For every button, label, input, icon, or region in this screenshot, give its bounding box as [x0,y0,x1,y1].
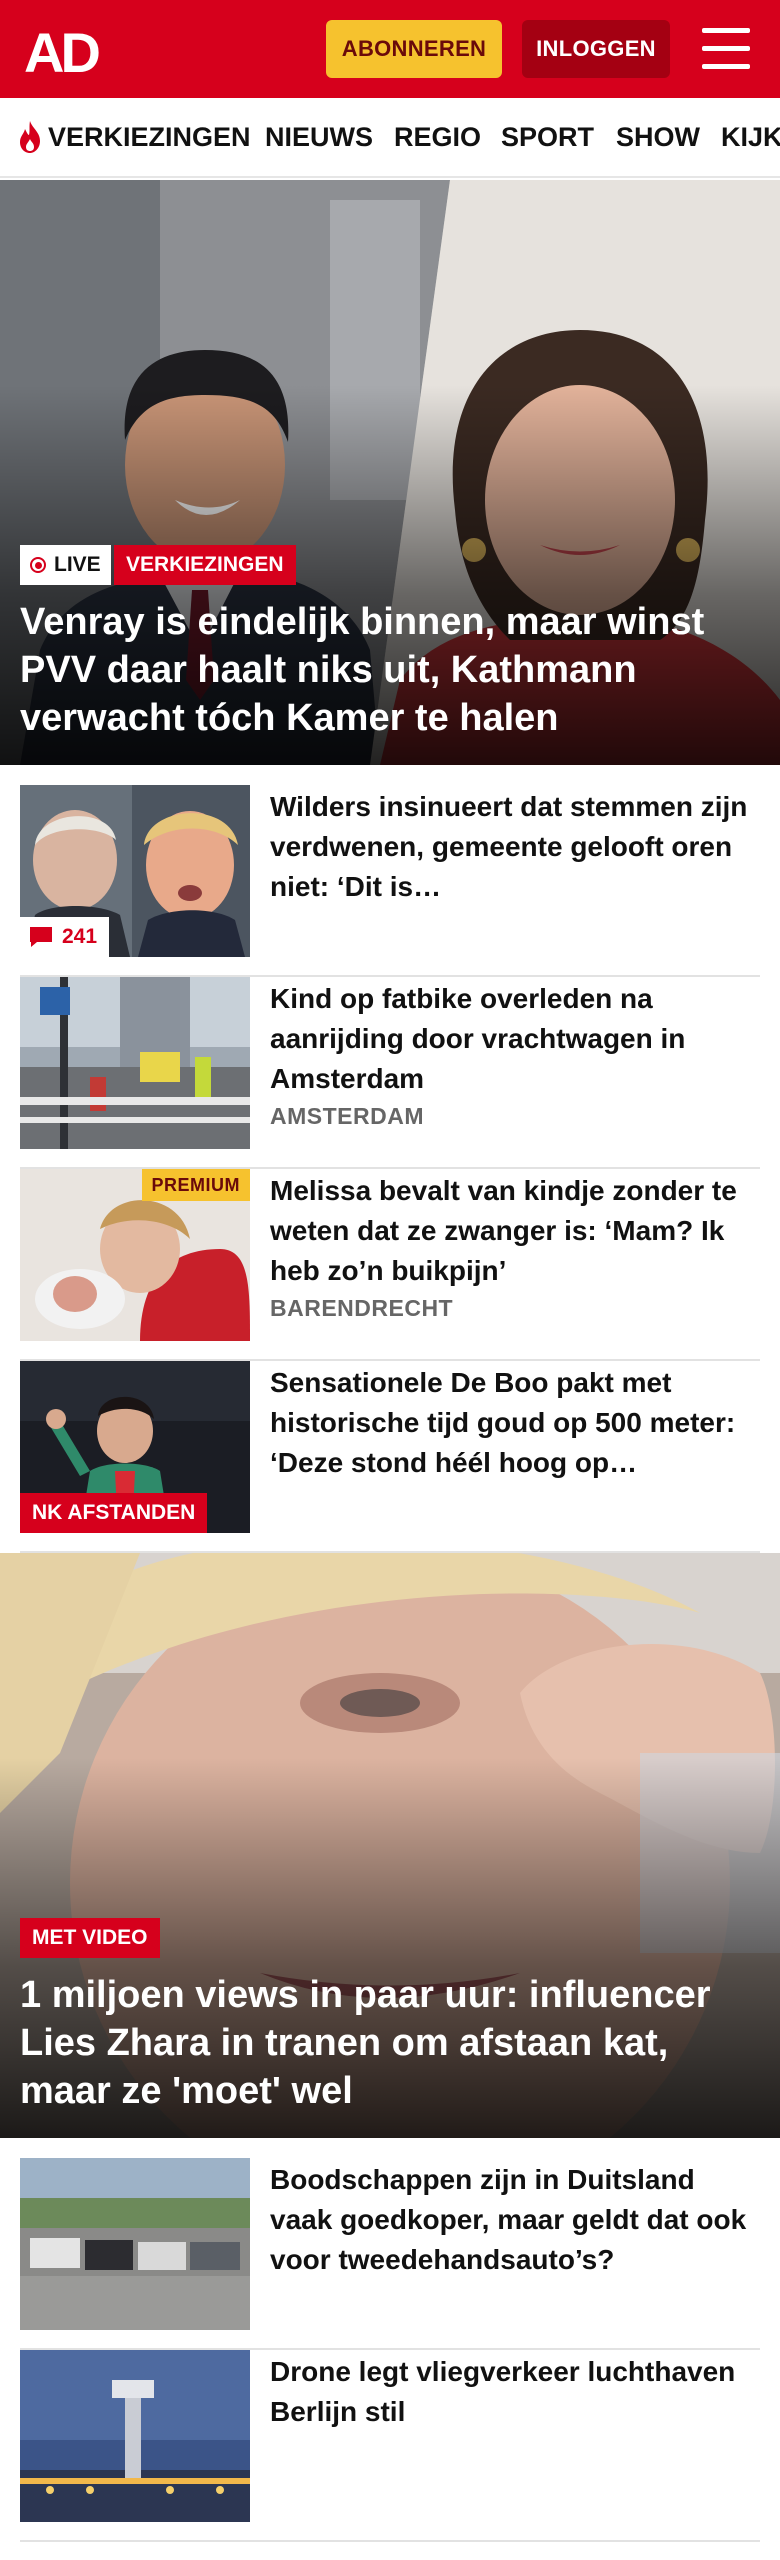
nav-item-nieuws[interactable]: NIEUWS [265,98,373,176]
list-item[interactable]: Kind op fatbike overleden na aanrijding … [20,977,760,1169]
hero-article[interactable]: MET VIDEO 1 miljoen views in paar uur: i… [0,1553,780,2138]
live-dot-icon [30,557,46,573]
subscribe-button[interactable]: ABONNEREN [326,20,502,78]
article-thumbnail [20,2350,250,2522]
nav-item-sport[interactable]: SPORT [501,98,594,176]
list-item[interactable]: NK AFSTANDEN Sensationele De Boo pakt me… [20,1361,760,1553]
site-header: AD ABONNEREN INLOGGEN [0,0,780,98]
hero-title[interactable]: 1 miljoen views in paar uur: influencer … [20,1971,756,2115]
nav-item-label: SPORT [501,121,595,152]
hero-title[interactable]: Venray is eindelijk binnen, maar winst P… [20,598,756,742]
nav-item-label: NIEUWS [265,121,373,152]
nav-item-show[interactable]: SHOW [616,98,700,176]
nav-item-regio[interactable]: REGIO [394,98,481,176]
section-nav: VERKIEZINGEN NIEUWS REGIO SPORT SHOW KIJ… [0,98,780,178]
comment-icon [30,927,52,947]
article-title[interactable]: Boodschappen zijn in Duitsland vaak goed… [270,2160,760,2280]
nav-item-label: VERKIEZINGEN [48,121,251,152]
nav-item-label: REGIO [394,121,482,152]
article-title[interactable]: Wilders insinueert dat stemmen zijn verd… [270,787,760,907]
ad-logo[interactable]: AD [24,22,116,78]
list-item[interactable]: Boodschappen zijn in Duitsland vaak goed… [20,2158,760,2350]
comment-count: 241 [62,925,98,948]
article-title[interactable]: Kind op fatbike overleden na aanrijding … [270,979,760,1099]
thumbnail-image [20,2350,250,2522]
svg-text:AD: AD [24,22,99,78]
login-button[interactable]: INLOGGEN [522,20,670,78]
article-thumbnail: NK AFSTANDEN [20,1361,250,1533]
article-thumbnail: PREMIUM [20,1169,250,1341]
hamburger-menu-icon[interactable] [702,28,750,70]
article-title[interactable]: Sensationele De Boo pakt met historische… [270,1363,760,1483]
article-title[interactable]: Melissa bevalt van kindje zonder te wete… [270,1171,760,1291]
premium-badge: PREMIUM [141,1169,250,1201]
nav-item-label: SHOW [616,121,700,152]
article-thumbnail [20,2158,250,2330]
thumbnail-image [20,2158,250,2330]
hero-article[interactable]: LIVE VERKIEZINGEN Venray is eindelijk bi… [0,180,780,765]
flame-icon [20,121,40,153]
article-location: BARENDRECHT [270,1295,454,1321]
article-location: AMSTERDAM [270,1103,424,1129]
list-item[interactable]: PREMIUM Melissa bevalt van kindje zonder… [20,1169,760,1361]
nav-item-kijk[interactable]: KIJK [721,98,780,176]
video-tag: MET VIDEO [20,1918,160,1958]
list-item[interactable]: 241 Wilders insinueert dat stemmen zijn … [20,785,760,977]
comment-count-badge[interactable]: 241 [20,917,110,957]
live-label: LIVE [54,553,101,576]
category-tag: VERKIEZINGEN [114,545,296,585]
article-thumbnail: 241 [20,785,250,957]
article-thumbnail [20,977,250,1149]
article-title[interactable]: Drone legt vliegverkeer luchthaven Berli… [270,2352,760,2432]
thumbnail-image [20,977,250,1149]
live-badge: LIVE [20,545,111,585]
nav-item-verkiezingen[interactable]: VERKIEZINGEN [16,98,251,176]
category-tag: NK AFSTANDEN [20,1493,208,1533]
nav-item-label: KIJK [721,121,780,152]
list-item[interactable]: Drone legt vliegverkeer luchthaven Berli… [20,2350,760,2542]
